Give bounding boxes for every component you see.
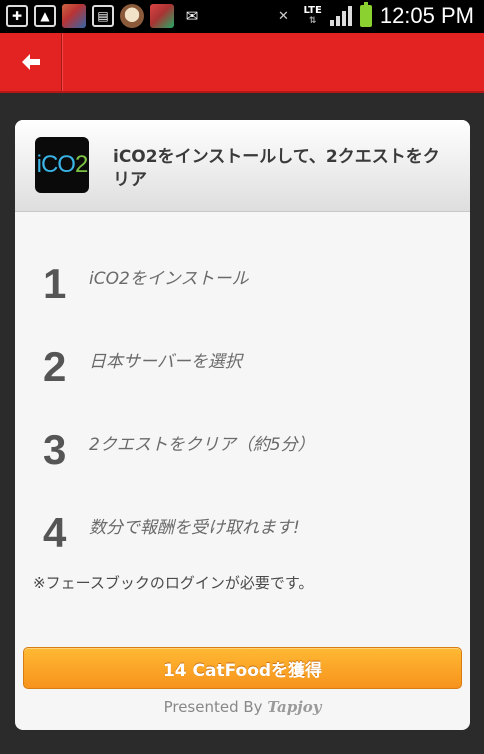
- image-icon: ▲: [34, 5, 56, 27]
- earn-catfood-button[interactable]: 14 CatFoodを獲得: [23, 647, 462, 689]
- step-text: iCO2をインストール: [89, 269, 249, 289]
- battery-icon: [359, 2, 372, 27]
- cat-app-icon: [120, 4, 144, 28]
- step-item: 3 2クエストをクリア（約5分）: [43, 426, 463, 476]
- step-number: 3: [43, 426, 67, 473]
- app-icon-sub: 2: [74, 151, 88, 178]
- step-number: 2: [43, 343, 67, 390]
- network-type: LTE: [303, 5, 322, 16]
- presented-by: Presented By Tapjoy: [15, 698, 470, 716]
- presented-by-label: Presented By: [163, 698, 263, 716]
- ico2-app-icon: iCO2: [35, 137, 89, 193]
- step-item: 1 iCO2をインストール: [43, 260, 463, 310]
- clipboard-icon: ▤: [92, 5, 114, 27]
- mute-icon: ✕: [278, 8, 289, 24]
- step-number: 1: [43, 260, 67, 307]
- back-arrow-icon: [21, 54, 40, 70]
- offer-title: iCO2をインストールして、2クエストをクリア: [113, 147, 440, 190]
- step-item: 2 日本サーバーを選択: [43, 343, 463, 393]
- game-app-icon: [62, 4, 86, 28]
- notification-icons: ✚ ▲ ▤ ✉: [6, 4, 204, 28]
- signal-icon: [329, 6, 352, 26]
- facebook-login-note: ※フェースブックのログインが必要です。: [33, 574, 314, 592]
- offer-card: iCO2 iCO2をインストールして、2クエストをクリア 1 iCO2をインスト…: [15, 120, 470, 730]
- app-header: [0, 33, 484, 93]
- tapjoy-logo: Tapjoy: [267, 698, 322, 716]
- step-text: 数分で報酬を受け取れます!: [89, 518, 300, 538]
- lte-indicator: LTE ⇅: [303, 5, 322, 27]
- step-number: 4: [43, 509, 67, 556]
- step-text: 2クエストをクリア（約5分）: [89, 435, 315, 455]
- game-app-icon-2: [150, 4, 174, 28]
- app-icon-text: iCO: [36, 151, 76, 178]
- add-icon: ✚: [6, 5, 28, 27]
- mail-icon: ✉: [185, 7, 199, 25]
- step-item: 4 数分で報酬を受け取れます!: [43, 509, 463, 559]
- clock: 12:05 PM: [379, 3, 474, 28]
- status-bar: ✚ ▲ ▤ ✉ ✕ LTE ⇅ 12:05 PM: [0, 0, 484, 33]
- back-button[interactable]: [0, 33, 62, 91]
- step-text: 日本サーバーを選択: [89, 352, 242, 372]
- offer-header: iCO2 iCO2をインストールして、2クエストをクリア: [15, 120, 470, 212]
